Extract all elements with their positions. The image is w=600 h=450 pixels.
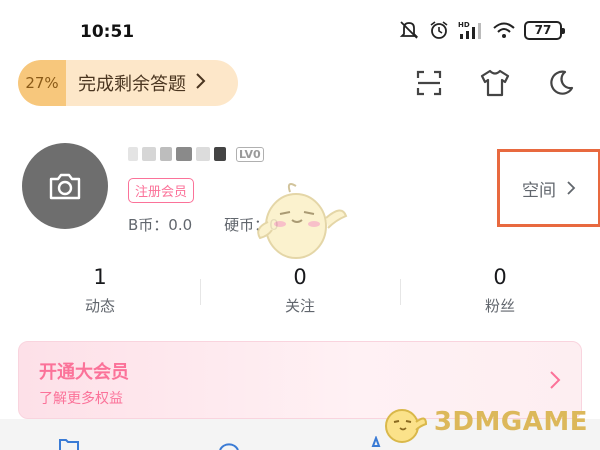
quiz-progress: 27%: [18, 60, 66, 106]
username-blur: [142, 147, 156, 161]
scan-button[interactable]: [410, 64, 448, 102]
avatar[interactable]: [22, 143, 108, 229]
vip-title: 开通大会员: [39, 362, 129, 383]
folder-icon: [59, 439, 79, 450]
signal-icon: HD: [458, 20, 484, 40]
member-tag[interactable]: 注册会员: [128, 178, 195, 203]
wifi-icon: [492, 20, 516, 40]
chevron-right-icon: [550, 371, 561, 389]
status-time: 10:51: [80, 22, 135, 42]
history-icon: [219, 443, 239, 450]
space-button[interactable]: 空间: [497, 149, 600, 227]
level-badge: LV0: [236, 146, 264, 162]
dress-up-button[interactable]: [476, 64, 514, 102]
mute-icon: [398, 20, 420, 40]
stats-row: 1 动态 0 关注 0 粉丝: [0, 265, 600, 325]
camera-icon: [49, 173, 81, 200]
vip-subtitle: 了解更多权益: [39, 391, 123, 407]
stat-label: 关注: [284, 297, 315, 315]
scan-icon: [416, 70, 442, 96]
stat-fans[interactable]: 0 粉丝: [400, 265, 600, 325]
moon-icon: [550, 70, 574, 95]
username-blur: [196, 147, 210, 161]
mascot-logo-icon: [384, 409, 427, 443]
stat-label: 粉丝: [484, 297, 515, 315]
alarm-icon: [428, 20, 450, 40]
username[interactable]: LV0: [128, 145, 264, 163]
status-icons: HD 77: [398, 20, 565, 40]
stat-following[interactable]: 0 关注: [200, 265, 400, 325]
tshirt-icon: [480, 69, 510, 97]
chevron-right-icon: [194, 72, 206, 94]
stat-label: 动态: [84, 297, 115, 315]
answer-quiz-banner[interactable]: 27% 完成剩余答题: [18, 60, 238, 106]
top-actions: [410, 64, 580, 102]
battery-icon: 77: [524, 20, 565, 40]
stat-value: 0: [493, 265, 507, 289]
watermark-text: 3DMGAME: [433, 407, 588, 437]
space-label: 空间: [522, 180, 556, 201]
site-watermark: 3DMGAME: [380, 400, 588, 444]
quiz-label: 完成剩余答题: [78, 74, 186, 95]
b-coin: B币：0.0: [128, 216, 193, 234]
mascot-watermark: [250, 178, 350, 268]
stat-dynamics[interactable]: 1 动态: [0, 265, 200, 325]
stat-value: 0: [293, 265, 307, 289]
username-blur: [128, 147, 138, 161]
username-blur: [176, 147, 192, 161]
stat-value: 1: [93, 265, 107, 289]
chevron-right-icon: [567, 181, 576, 195]
night-mode-button[interactable]: [542, 64, 580, 102]
status-bar: 10:51 HD 77: [0, 0, 600, 62]
username-blur: [214, 147, 226, 161]
network-label: HD: [458, 21, 470, 29]
username-blur: [160, 147, 172, 161]
